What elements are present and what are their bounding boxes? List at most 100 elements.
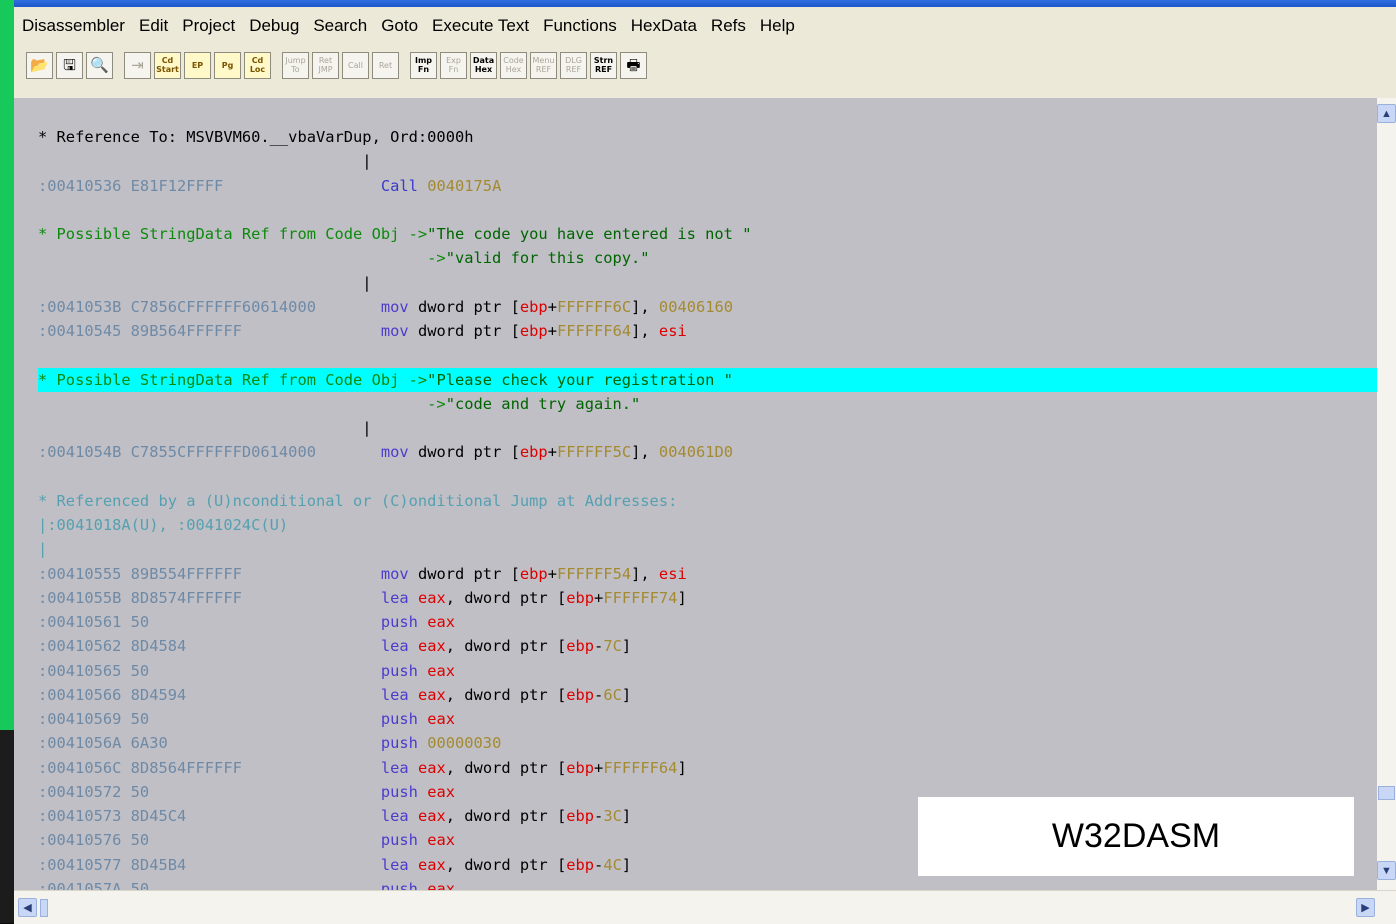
toolbar: 📂 🖫 🔍 ⇥ Cd Start EP Pg Cd Loc Jump To Ret JMP Call… (14, 45, 1396, 85)
token-mn: lea (380, 588, 418, 607)
listing-line[interactable]: :0041057A 50 push eax (38, 877, 1377, 890)
menu-debug[interactable]: Debug (249, 16, 299, 36)
listing-line[interactable]: :00410555 89B554FFFFFF mov dword ptr [eb… (38, 562, 1377, 586)
listing-line[interactable]: | (38, 149, 1377, 173)
menu-disassembler[interactable]: Disassembler (22, 16, 125, 36)
listing-line[interactable] (38, 198, 1377, 222)
menu-goto[interactable]: Goto (381, 16, 418, 36)
listing-line[interactable] (38, 343, 1377, 367)
listing-line[interactable]: |:0041018A(U), :0041024C(U) (38, 513, 1377, 537)
find-text-icon[interactable]: 🔍 (86, 51, 113, 79)
listing-line[interactable]: :00410536 E81F12FFFF Call 0040175A (38, 174, 1377, 198)
token-str: -> (38, 394, 446, 413)
w32dasm-window: Disassembler Edit Project Debug Search Goto Ex… (14, 0, 1396, 924)
token-txt: - (594, 637, 604, 656)
print-icon[interactable]: 🖶 (620, 51, 647, 79)
open-file-icon[interactable]: 📂 (26, 51, 53, 79)
menu-project[interactable]: Project (182, 16, 235, 36)
listing-line[interactable]: | (38, 416, 1377, 440)
token-txt: ], (631, 297, 659, 316)
token-txt: ] (677, 758, 687, 777)
dialog-references-icon[interactable]: DLG REF (560, 51, 587, 79)
listing-line[interactable]: :00410565 50 push eax (38, 659, 1377, 683)
token-reg: ebp (566, 855, 595, 874)
menu-refs[interactable]: Refs (711, 16, 746, 36)
code-hex-icon[interactable]: Code Hex (500, 51, 527, 79)
token-num: 00406160 (658, 297, 734, 316)
token-txt: + (547, 322, 557, 340)
menu-help[interactable]: Help (760, 16, 795, 36)
token-strq: "code and try again." (445, 394, 641, 413)
goto-entry-point-icon[interactable]: EP (184, 51, 211, 79)
scroll-up-icon[interactable]: ▲ (1377, 104, 1396, 123)
exported-functions-icon[interactable]: Exp Fn (440, 51, 467, 79)
title-bar (14, 0, 1396, 7)
scroll-right-icon[interactable]: ▶ (1356, 898, 1375, 917)
horizontal-scrollbar[interactable]: ◀ ▶ (14, 890, 1396, 924)
listing-line[interactable]: * Possible StringData Ref from Code Obj … (38, 222, 1377, 246)
token-str: -> (38, 249, 446, 268)
listing-line[interactable]: | (38, 271, 1377, 295)
token-reg: eax (427, 782, 456, 801)
save-file-icon[interactable]: 🖫 (56, 51, 83, 79)
imported-functions-icon[interactable]: Imp Fn (410, 51, 437, 79)
listing-line-selected[interactable]: * Possible StringData Ref from Code Obj … (38, 367, 1377, 392)
string-references-icon[interactable]: Strn REF (590, 51, 617, 79)
menu-execute-text[interactable]: Execute Text (432, 16, 529, 36)
listing-line[interactable]: :0041056A 6A30 push 00000030 (38, 731, 1377, 755)
listing-line[interactable] (38, 465, 1377, 489)
token-txt: , dword ptr [ (445, 855, 567, 874)
token-txt: + (547, 564, 557, 583)
execute-jump-icon[interactable]: Jump To (282, 51, 309, 79)
menu-hexdata[interactable]: HexData (631, 16, 697, 36)
scroll-down-icon[interactable]: ▼ (1377, 861, 1396, 880)
token-strq: "Please check your registration " (427, 370, 733, 389)
goto-page-icon[interactable]: Pg (214, 51, 241, 79)
listing-line[interactable]: :0041053B C7856CFFFFFF60614000 mov dword… (38, 295, 1377, 319)
return-from-call-icon[interactable]: Ret (372, 51, 399, 79)
token-txt: * Reference To: MSVBVM60.__vbaVarDup, Or… (38, 128, 474, 146)
disassembly-lines: * Reference To: MSVBVM60.__vbaVarDup, Or… (38, 125, 1377, 890)
listing-line[interactable]: :0041054B C7855CFFFFFFD0614000 mov dword… (38, 440, 1377, 464)
listing-line[interactable]: ->"valid for this copy." (38, 246, 1377, 270)
token-num: 7C (603, 637, 622, 656)
token-reg: eax (427, 613, 456, 631)
menu-references-icon[interactable]: Menu REF (530, 51, 557, 79)
listing-line[interactable]: :00410566 8D4594 lea eax, dword ptr [ebp… (38, 683, 1377, 707)
token-reg: eax (417, 637, 446, 656)
goto-code-location-icon[interactable]: Cd Loc (244, 51, 271, 79)
execute-call-icon[interactable]: Call (342, 51, 369, 79)
listing-line[interactable]: | (38, 537, 1377, 561)
token-txt: , dword ptr [ (445, 807, 567, 825)
disassembly-listing[interactable]: * Reference To: MSVBVM60.__vbaVarDup, Or… (14, 98, 1377, 890)
listing-line[interactable]: :00410562 8D4584 lea eax, dword ptr [ebp… (38, 634, 1377, 658)
token-num: FFFFFF6C (556, 297, 632, 316)
listing-line[interactable]: * Reference To: MSVBVM60.__vbaVarDup, Or… (38, 125, 1377, 149)
token-reg: ebp (519, 322, 548, 340)
scroll-left-icon[interactable]: ◀ (18, 898, 37, 917)
listing-line[interactable]: :0041056C 8D8564FFFFFF lea eax, dword pt… (38, 756, 1377, 780)
listing-line[interactable]: :00410545 89B564FFFFFF mov dword ptr [eb… (38, 319, 1377, 343)
listing-line[interactable]: :00410569 50 push eax (38, 707, 1377, 731)
menu-search[interactable]: Search (313, 16, 367, 36)
token-txt: - (594, 855, 604, 874)
goto-code-start-icon[interactable]: Cd Start (154, 51, 181, 79)
return-from-jump-icon[interactable]: Ret JMP (312, 51, 339, 79)
listing-line[interactable]: ->"code and try again." (38, 392, 1377, 416)
token-mn: lea (380, 855, 418, 874)
vertical-scroll-thumb[interactable] (1378, 786, 1395, 800)
listing-line[interactable]: :00410561 50 push eax (38, 610, 1377, 634)
data-hex-icon[interactable]: Data Hex (470, 51, 497, 79)
vertical-scrollbar[interactable]: ▲ ▼ (1377, 98, 1396, 890)
listing-line[interactable]: :0041055B 8D8574FFFFFF lea eax, dword pt… (38, 586, 1377, 610)
menu-edit[interactable]: Edit (139, 16, 168, 36)
horizontal-scroll-thumb[interactable] (40, 899, 48, 917)
token-mn: lea (380, 637, 418, 656)
listing-line[interactable]: * Referenced by a (U)nconditional or (C)… (38, 489, 1377, 513)
token-reg: esi (658, 322, 687, 340)
menu-functions[interactable]: Functions (543, 16, 617, 36)
goto-code-icon[interactable]: ⇥ (124, 51, 151, 79)
